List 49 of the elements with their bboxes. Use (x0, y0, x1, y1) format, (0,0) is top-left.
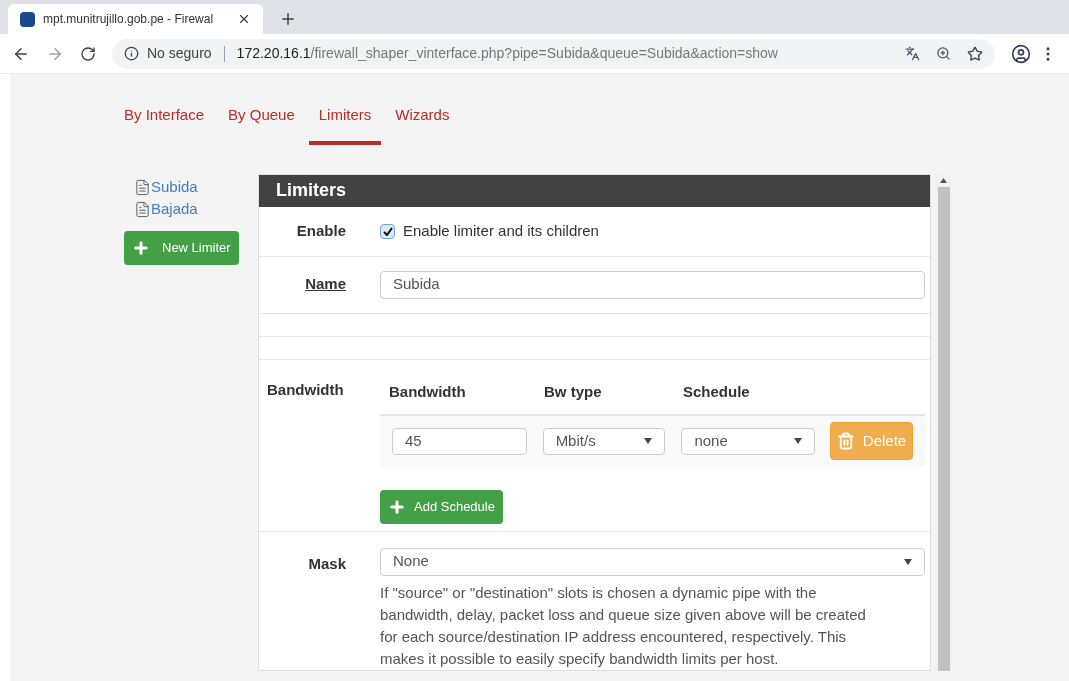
bandwidth-input[interactable]: 45 (392, 427, 527, 455)
column-header: Bw type (543, 382, 603, 402)
translate-icon[interactable] (905, 46, 920, 61)
add-schedule-button[interactable]: Add Schedule (380, 489, 503, 524)
column-header: Bandwidth (388, 382, 467, 402)
caret-icon (904, 558, 912, 565)
field-label: Enable (295, 220, 346, 241)
nav-tab[interactable]: By Queue (228, 104, 295, 145)
help-text: If "source" or "destination" slots is chosen a dynamic pipe with the bandwidth, delay, packet loss and queue size given above will be created for each source/destination IP address encountered, respectively. This makes it possible to easily specify bandwidth limits per host. (380, 582, 867, 669)
browser-tab[interactable]: mpt.munitrujillo.gob.pe - Firewal (8, 4, 263, 34)
nav-tab[interactable]: By Interface (124, 104, 205, 145)
bookmark-icon[interactable] (967, 45, 983, 62)
zoom-icon[interactable] (936, 46, 951, 61)
column-header: Schedule (683, 382, 751, 402)
caret-icon (644, 438, 653, 444)
mask-select[interactable]: None (380, 547, 925, 576)
field-label: Name (305, 274, 346, 295)
field-label: Bandwidth (266, 379, 345, 400)
schedule-select[interactable]: none (681, 427, 816, 455)
security-label: No seguro (147, 44, 212, 63)
profile-icon[interactable] (1011, 43, 1031, 64)
caret-icon (794, 438, 803, 444)
url-path: /firewall_shaper_vinterface.php?pipe=Subida&queue=Subida&action=show (310, 44, 779, 63)
plus-icon (388, 497, 406, 516)
new-tab-icon[interactable] (279, 10, 297, 28)
checkbox-label: Enable limiter and its children (403, 220, 599, 241)
info-icon (124, 46, 139, 61)
trash-icon (836, 432, 855, 450)
reload-icon[interactable] (80, 45, 96, 62)
name-input[interactable]: Subida (380, 270, 925, 299)
plus-icon (132, 238, 150, 257)
enable-checkbox[interactable] (380, 223, 395, 239)
favicon-icon (20, 11, 35, 27)
document-icon (134, 200, 151, 218)
bw-type-select[interactable]: Mbit/s (542, 427, 666, 455)
scroll-thumb[interactable] (937, 186, 950, 671)
scroll-up-icon[interactable] (940, 177, 947, 183)
new-limiter-button[interactable]: New Limiter (124, 230, 239, 265)
tree-link[interactable]: Subida (151, 177, 198, 196)
nav-tab[interactable]: Limiters (308, 104, 382, 145)
url-host: 172.20.16.1 (236, 44, 311, 63)
nav-tab[interactable]: Wizards (395, 104, 450, 145)
field-label: Mask (307, 553, 346, 574)
tab-title: mpt.munitrujillo.gob.pe - Firewal (43, 11, 215, 28)
panel-header: Limiters (259, 174, 930, 207)
tree-link[interactable]: Bajada (151, 199, 198, 218)
address-bar[interactable]: No seguro 172.20.16.1/firewall_shaper_vinterface.php?pipe=Subida&queue=Subida&action=show (112, 38, 995, 69)
document-icon (134, 178, 151, 196)
close-icon[interactable] (237, 12, 251, 26)
